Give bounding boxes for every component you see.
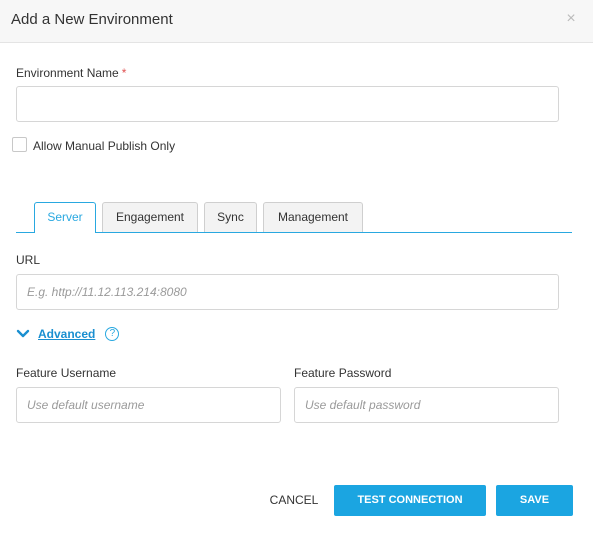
- environment-name-label-text: Environment Name: [16, 66, 119, 80]
- dialog-header: Add a New Environment ×: [0, 0, 593, 43]
- tabs-underline: [16, 232, 572, 233]
- advanced-link[interactable]: Advanced: [38, 327, 95, 341]
- allow-manual-publish-checkbox[interactable]: [12, 137, 27, 152]
- feature-password-input[interactable]: [294, 387, 559, 423]
- dialog-title: Add a New Environment: [11, 11, 173, 28]
- feature-password-label: Feature Password: [294, 366, 392, 380]
- tab-engagement[interactable]: Engagement: [102, 202, 198, 232]
- url-input[interactable]: [16, 274, 559, 310]
- chevron-down-icon: [16, 329, 30, 338]
- tab-management[interactable]: Management: [263, 202, 363, 232]
- cancel-button[interactable]: CANCEL: [262, 485, 326, 516]
- help-icon[interactable]: ?: [105, 327, 120, 341]
- close-icon[interactable]: ×: [564, 11, 578, 27]
- advanced-toggle[interactable]: Advanced ?: [16, 327, 120, 341]
- tab-server[interactable]: Server: [34, 202, 96, 233]
- tab-sync[interactable]: Sync: [204, 202, 257, 232]
- test-connection-button[interactable]: TEST CONNECTION: [334, 485, 486, 516]
- url-label: URL: [16, 253, 41, 267]
- feature-username-input[interactable]: [16, 387, 281, 423]
- environment-name-input[interactable]: [16, 86, 559, 122]
- feature-username-label: Feature Username: [16, 366, 117, 380]
- allow-manual-publish-label: Allow Manual Publish Only: [33, 139, 176, 153]
- required-marker: *: [121, 66, 127, 80]
- environment-name-label: Environment Name *: [16, 66, 126, 80]
- save-button[interactable]: SAVE: [496, 485, 573, 516]
